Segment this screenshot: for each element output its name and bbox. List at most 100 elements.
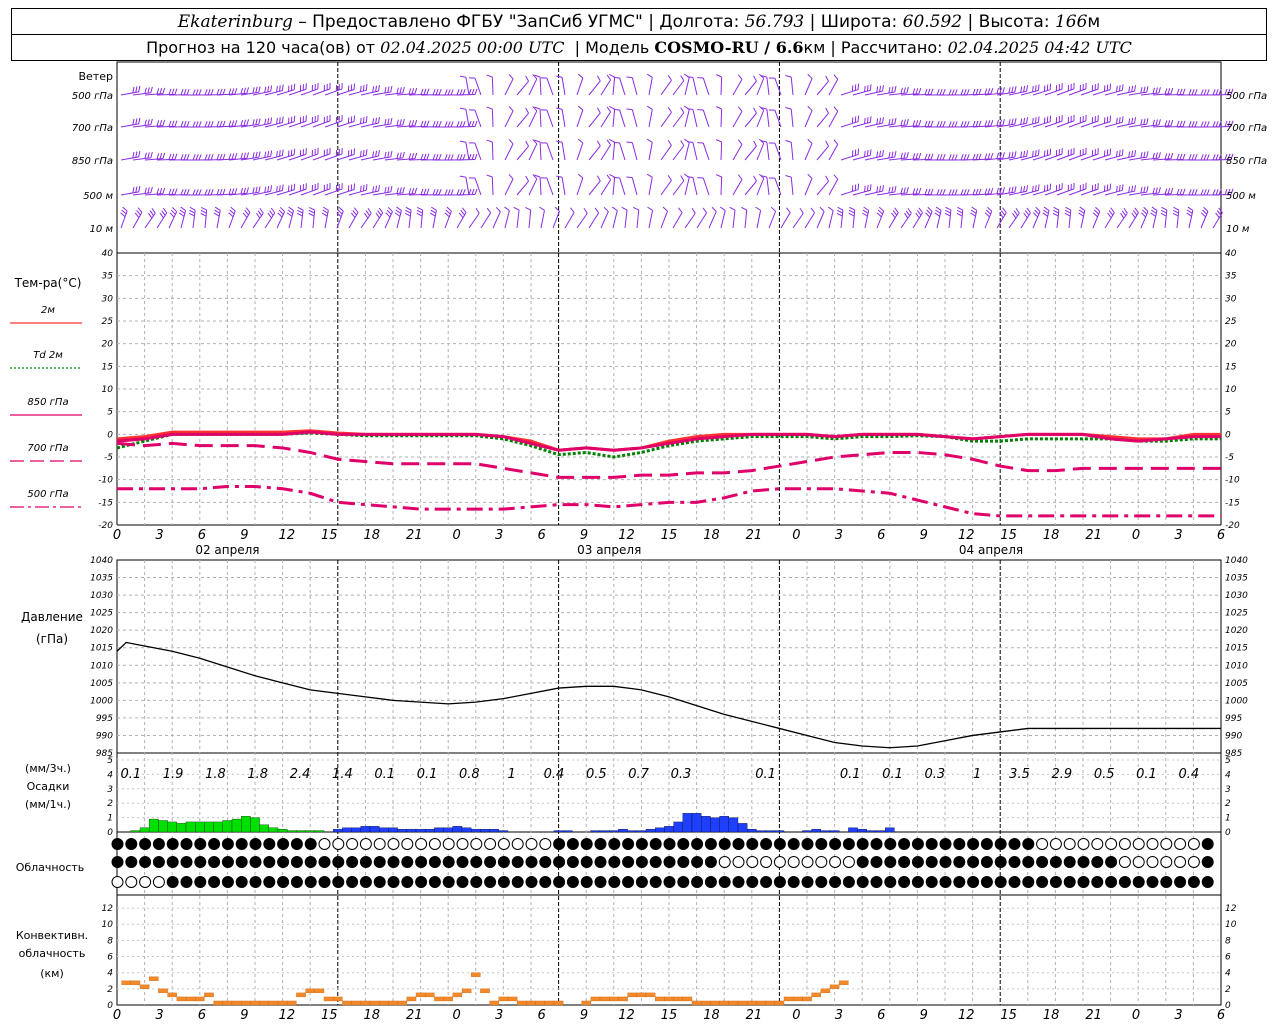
conv-tick-right: 8 bbox=[1225, 936, 1231, 946]
wind-barb-flag bbox=[144, 187, 147, 194]
wind-barb-flag bbox=[279, 117, 281, 124]
wind-barb-flag bbox=[1053, 206, 1060, 211]
cloud-cover-icon bbox=[1008, 838, 1021, 850]
wind-barb-flag bbox=[308, 212, 315, 217]
cloud-cover-icon bbox=[870, 838, 883, 850]
wind-barb-flag bbox=[711, 206, 717, 212]
wind-barb-flag bbox=[136, 209, 141, 216]
cloud-cover-icon bbox=[994, 838, 1007, 850]
precip-bar bbox=[563, 830, 573, 833]
wind-barb-flag bbox=[277, 212, 283, 218]
wind-barb-flag bbox=[171, 120, 175, 127]
hour-tick-label: 9 bbox=[580, 528, 588, 543]
wind-barb-flag bbox=[462, 189, 466, 196]
conv-hour-tick-label: 15 bbox=[321, 1008, 338, 1023]
cloud-cover-icon bbox=[194, 876, 207, 888]
precip-bar bbox=[241, 816, 251, 833]
conv-bar bbox=[277, 1000, 288, 1006]
wind-barb bbox=[660, 180, 672, 196]
wind-barb-flag bbox=[916, 210, 922, 216]
cloud-cover-icon bbox=[1118, 838, 1131, 850]
wind-barb-flag bbox=[1143, 86, 1146, 93]
conv-hour-tick-label: 6 bbox=[1217, 1008, 1225, 1023]
precip-tick-right: 0 bbox=[1225, 828, 1231, 838]
wind-barb-flag bbox=[138, 85, 141, 92]
cloud-cover-icon bbox=[911, 876, 924, 888]
wind-barb-flag bbox=[1011, 186, 1014, 193]
cloud-cover-icon bbox=[842, 838, 855, 850]
wind-barb-flag bbox=[420, 188, 424, 195]
wind-barb bbox=[702, 142, 710, 161]
wind-barb bbox=[648, 177, 653, 196]
wind-barb-flag bbox=[1043, 206, 1050, 211]
precip-bar bbox=[710, 817, 720, 833]
wind-barb bbox=[756, 78, 765, 96]
wind-barb-flag bbox=[930, 88, 934, 95]
conv-hour-tick-label: 6 bbox=[877, 1008, 885, 1023]
cloud-cover-icon bbox=[622, 838, 635, 850]
wind-barb bbox=[720, 210, 726, 229]
wind-barb-flag bbox=[1037, 149, 1040, 156]
cloud-cover-icon bbox=[635, 876, 648, 888]
wind-barb bbox=[720, 141, 723, 161]
wind-barb-flag bbox=[159, 187, 163, 195]
wind-barb-flag bbox=[508, 139, 514, 145]
wind-barb-flag bbox=[1203, 89, 1207, 96]
wind-barb-flag bbox=[1203, 121, 1207, 128]
wind-barb-flag bbox=[848, 209, 855, 214]
wind-barb-flag bbox=[1200, 89, 1204, 96]
temp-legend-label: Td 2м bbox=[33, 350, 63, 361]
wind-barb-flag bbox=[1032, 150, 1034, 157]
wind-barb-flag bbox=[866, 150, 869, 157]
precip-3h-label: 0.4 bbox=[1178, 767, 1199, 782]
wind-barb-flag bbox=[216, 153, 220, 160]
wind-barb-flag bbox=[279, 150, 281, 157]
conv-bar bbox=[581, 1000, 591, 1006]
wind-barb-flag bbox=[372, 151, 375, 158]
cloud-cover-icon bbox=[304, 838, 317, 850]
wind-barb-flag bbox=[135, 118, 138, 125]
wind-barb-flag bbox=[429, 212, 436, 217]
wind-barb bbox=[756, 143, 765, 161]
wind-barb-flag bbox=[864, 150, 866, 157]
wind-barb-flag bbox=[264, 151, 267, 158]
precip-bar bbox=[415, 828, 426, 833]
temp-tick-left: 25 bbox=[102, 317, 114, 327]
cloud-cover-icon bbox=[553, 876, 566, 888]
wind-barb-flag bbox=[420, 120, 424, 127]
wind-barb-flag bbox=[411, 120, 415, 127]
conv-bar bbox=[535, 1000, 545, 1006]
wind-barb-flag bbox=[996, 187, 999, 194]
wind-barb-flag bbox=[1118, 150, 1121, 157]
wind-barb-flag bbox=[894, 118, 897, 125]
wind-barb-flag bbox=[435, 189, 439, 196]
cloud-cover-icon bbox=[511, 856, 524, 868]
wind-barb-flag bbox=[891, 151, 894, 158]
cloud-cover-icon bbox=[1146, 838, 1159, 850]
conv-tick-left: 0 bbox=[107, 1001, 113, 1011]
hour-tick-label: 9 bbox=[240, 528, 248, 543]
wind-barb-flag bbox=[753, 107, 757, 114]
wind-barb bbox=[672, 212, 683, 229]
wind-barb-flag bbox=[360, 150, 362, 157]
cloud-cover-icon bbox=[263, 838, 276, 850]
wind-barb-flag bbox=[1191, 89, 1195, 96]
temp-tick-left: 0 bbox=[107, 430, 113, 440]
wind-barb-flag bbox=[963, 189, 967, 196]
wind-barb bbox=[790, 77, 794, 96]
hour-tick-label: 3 bbox=[835, 528, 843, 543]
wind-barb bbox=[576, 109, 584, 128]
cloud-cover-icon bbox=[208, 838, 221, 850]
wind-barb bbox=[828, 179, 839, 196]
wind-barb bbox=[504, 110, 514, 128]
wind-barb-flag bbox=[459, 154, 463, 161]
wind-barb-flag bbox=[229, 209, 235, 215]
cloud-cover-icon bbox=[152, 856, 165, 868]
wind-barb-flag bbox=[918, 87, 922, 94]
wind-barb-flag bbox=[918, 187, 922, 194]
wind-barb bbox=[684, 177, 690, 196]
wind-barb-flag bbox=[935, 209, 941, 214]
wind-barb-flag bbox=[882, 185, 884, 192]
cloud-cover-icon bbox=[1201, 838, 1214, 850]
wind-barb-flag bbox=[556, 75, 563, 78]
